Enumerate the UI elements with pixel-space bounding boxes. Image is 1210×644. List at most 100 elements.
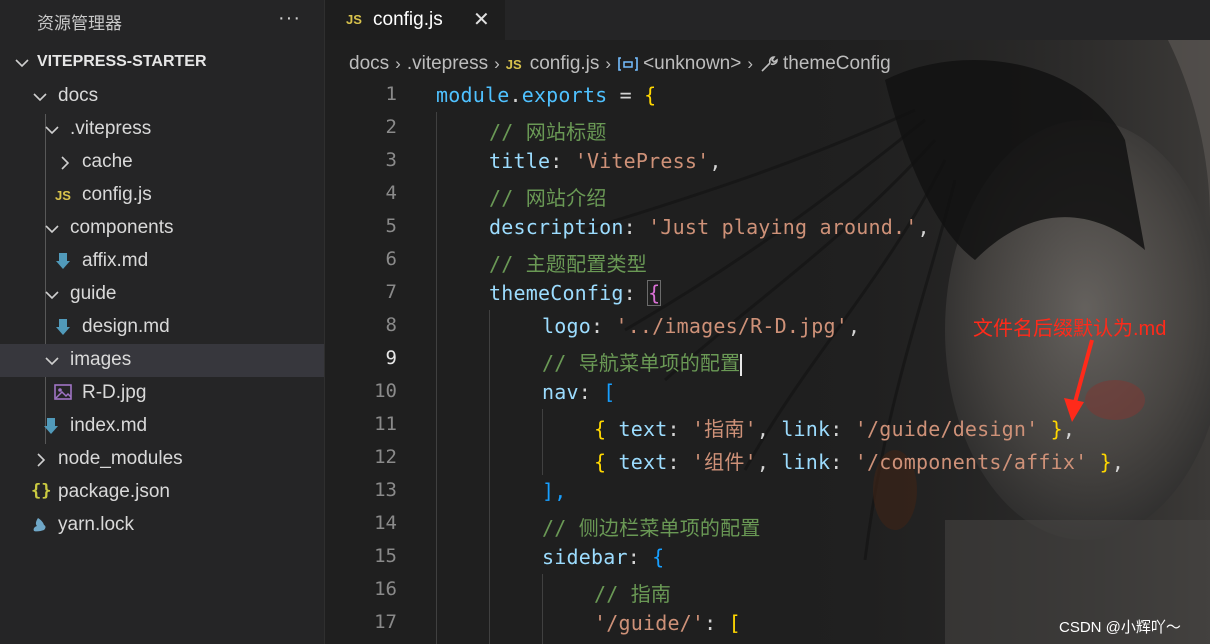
code-text[interactable]: { text: '组件', link: '/components/affix' … [594,446,1124,475]
tree-item-label: R-D.jpg [82,382,147,403]
more-actions-button[interactable]: ··· [278,7,301,30]
tree-file-design-md[interactable]: design.md [0,311,324,344]
tree-file-yarn-lock[interactable]: yarn.lock [0,509,324,542]
code-line[interactable]: 2 // 网站标题 [325,112,1210,145]
chevron-right-icon: › [494,54,500,73]
code-text[interactable]: '/guide/': [ [594,611,741,635]
line-number: 13 [374,479,397,501]
tree-file-affix-md[interactable]: affix.md [0,245,324,278]
js-file-icon: JS [505,56,522,72]
chevron-down-icon [15,59,29,68]
variable-icon [618,57,638,71]
breadcrumb-item-unknown[interactable]: <unknown> [643,53,741,75]
annotation-arrow-icon [1064,339,1094,422]
tree-folder-cache[interactable]: cache [0,146,324,179]
markdown-file-icon [56,319,70,335]
code-text[interactable]: { text: '指南', link: '/guide/design' }, [594,413,1075,442]
code-text[interactable]: // 网站介绍 [489,182,607,211]
code-line[interactable]: 13 ], [325,475,1210,508]
line-number: 14 [374,512,397,534]
code-line[interactable]: 4 // 网站介绍 [325,178,1210,211]
tab-config-js[interactable]: JS config.js ✕ [325,0,505,40]
code-line[interactable]: 1 module.exports = { [325,79,1210,112]
project-section-header[interactable]: VITEPRESS-STARTER [0,51,324,75]
tree-folder-node-modules[interactable]: node_modules [0,443,324,476]
code-line[interactable]: 5 description: 'Just playing around.', [325,211,1210,244]
code-line[interactable]: 7 themeConfig: { [325,277,1210,310]
line-number: 12 [374,446,397,468]
breadcrumb-item-themeconfig[interactable]: themeConfig [783,53,891,75]
tree-folder-guide[interactable]: guide [0,278,324,311]
text-cursor [740,353,743,376]
watermark: CSDN @小辉吖～ [1059,619,1181,636]
js-file-icon: JS [346,12,362,27]
tree-folder-vitepress[interactable]: .vitepress [0,113,324,146]
tree-file-r-d-jpg[interactable]: R-D.jpg [0,377,324,410]
line-number: 9 [385,347,397,369]
image-file-icon [54,384,72,400]
code-text[interactable]: sidebar: { [542,545,664,569]
tree-item-label: design.md [82,316,170,337]
line-number: 8 [385,314,397,336]
json-file-icon: {} [31,481,52,501]
tree-item-label: index.md [70,415,148,436]
line-number: 10 [374,380,397,402]
tree-folder-docs[interactable]: docs [0,80,324,113]
tab-bar: JS config.js ✕ [325,0,1210,40]
project-name: VITEPRESS-STARTER [37,53,207,70]
line-number: 16 [374,578,397,600]
line-number: 15 [374,545,397,567]
tree-item-label: docs [58,85,99,106]
chevron-right-icon [61,156,70,170]
tree-folder-components[interactable]: components [0,212,324,245]
code-line[interactable]: 12 { text: '组件', link: '/components/affi… [325,442,1210,475]
tab-label: config.js [373,9,443,30]
code-text[interactable]: // 主题配置类型 [489,248,647,277]
chevron-down-icon [33,93,47,102]
chevron-down-icon [45,291,59,300]
code-text[interactable]: // 指南 [594,578,671,607]
code-text[interactable]: // 导航菜单项的配置 [542,347,743,376]
code-text[interactable]: // 侧边栏菜单项的配置 [542,512,761,541]
line-number: 2 [385,116,397,138]
code-line[interactable]: 16 // 指南 [325,574,1210,607]
tree-file-package-json[interactable]: {} package.json [0,476,324,509]
tree-item-label: images [70,349,132,370]
code-text[interactable]: // 网站标题 [489,116,607,145]
tree-item-label: .vitepress [70,118,152,139]
tree-item-label: affix.md [82,250,149,271]
tree-folder-images[interactable]: images [0,344,324,377]
line-number: 5 [385,215,397,237]
close-icon[interactable]: ✕ [473,7,490,32]
code-line[interactable]: 3 title: 'VitePress', [325,145,1210,178]
editor-area: JS config.js ✕ docs › .vitepress › JS co… [325,0,1210,644]
code-text[interactable]: ], [542,479,566,503]
code-text[interactable]: themeConfig: { [489,280,662,306]
breadcrumb-item-config-js[interactable]: config.js [530,53,600,75]
code-text[interactable]: nav: [ [542,380,615,404]
yarn-file-icon [33,518,46,532]
line-number: 7 [385,281,397,303]
breadcrumb: docs › .vitepress › JS config.js › <unkn… [349,51,891,77]
code-text[interactable]: logo: '../images/R-D.jpg', [542,314,860,338]
chevron-right-icon: › [395,54,401,73]
code-text[interactable]: module.exports = { [436,83,656,107]
code-line[interactable]: 6 // 主题配置类型 [325,244,1210,277]
chevron-down-icon [45,357,59,366]
code-text[interactable]: description: 'Just playing around.', [489,215,930,239]
breadcrumb-item-vitepress[interactable]: .vitepress [407,53,488,75]
tree-item-label: config.js [82,184,152,205]
chevron-down-icon [45,225,59,234]
markdown-file-icon [44,418,58,434]
line-number: 11 [374,413,397,435]
line-number: 17 [374,611,397,633]
breadcrumb-item-docs[interactable]: docs [349,53,389,75]
code-line[interactable]: 14 // 侧边栏菜单项的配置 [325,508,1210,541]
line-number: 4 [385,182,397,204]
chevron-right-icon [37,453,46,467]
code-line[interactable]: 15 sidebar: { [325,541,1210,574]
line-number: 3 [385,149,397,171]
code-text[interactable]: title: 'VitePress', [489,149,722,173]
tree-file-config-js[interactable]: JS config.js [0,179,324,212]
tree-file-index-md[interactable]: index.md [0,410,324,443]
